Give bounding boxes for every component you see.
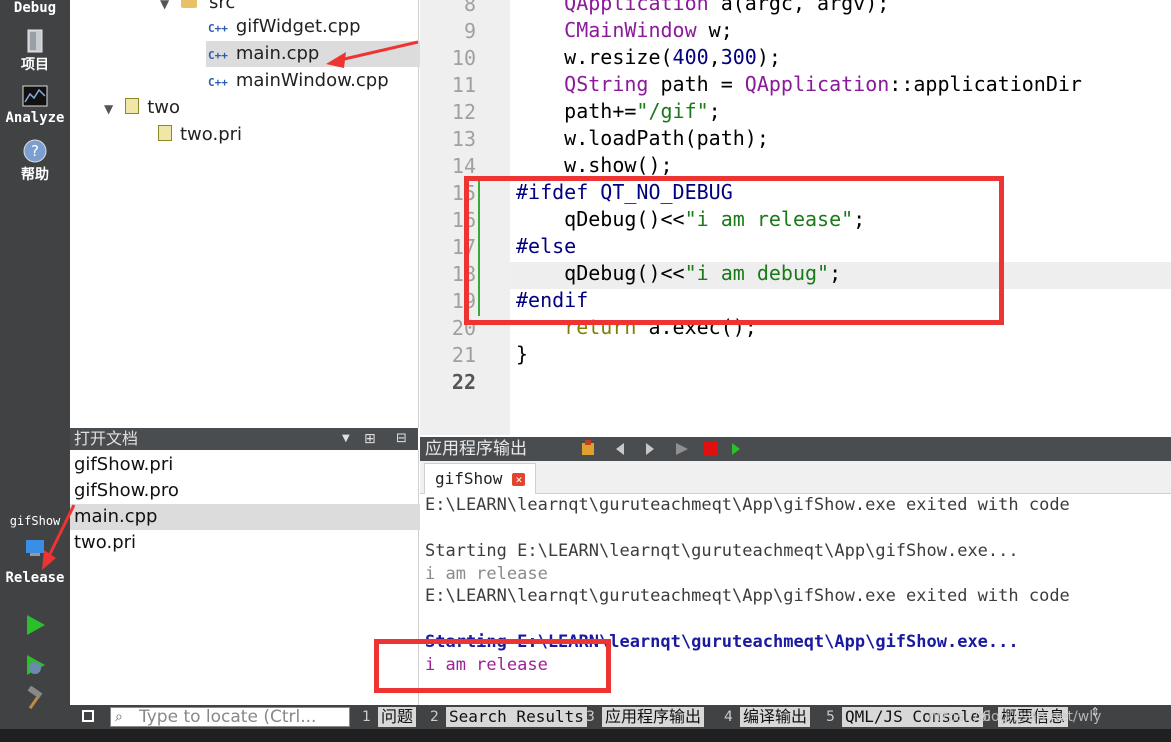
- annotation-arrow-release: [42, 504, 76, 570]
- annotation-arrows: [42, 40, 419, 570]
- annotation-arrow-main-cpp: [326, 40, 419, 68]
